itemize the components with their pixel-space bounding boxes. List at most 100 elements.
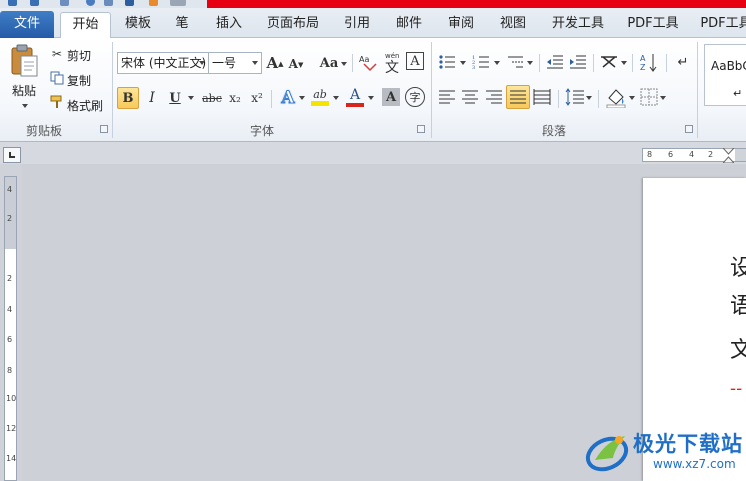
borders-dropdown-icon[interactable] [660, 96, 666, 100]
chinese-layout-icon[interactable] [599, 53, 619, 71]
style-gallery-item[interactable]: AaBbC ↵ 正 [704, 44, 746, 106]
ruler-number: 8 [7, 366, 13, 375]
bold-button[interactable]: B [117, 87, 139, 109]
underline-dropdown-icon[interactable] [188, 96, 194, 100]
quick-access-icon[interactable] [125, 0, 134, 6]
font-family-select[interactable]: 宋体 (中文正文) [117, 52, 209, 74]
document-text[interactable]: 设 [730, 250, 746, 282]
paste-dropdown-icon[interactable] [22, 104, 28, 108]
multilevel-list-icon[interactable] [506, 54, 524, 70]
undo-icon[interactable] [30, 0, 39, 6]
line-spacing-icon[interactable] [565, 87, 585, 107]
ruler-number: 2 [7, 214, 13, 223]
ruler-number: 6 [668, 150, 674, 159]
borders-icon[interactable] [640, 88, 658, 106]
decrease-indent-icon[interactable] [546, 54, 564, 70]
document-text[interactable]: -- [730, 378, 742, 399]
tab-pdf-tools-2[interactable]: PDF工具 [696, 12, 746, 38]
tab-review[interactable]: 审阅 [441, 12, 481, 38]
tab-pdf-tools[interactable]: PDF工具 [623, 12, 683, 38]
tab-view[interactable]: 视图 [494, 12, 532, 38]
ruler-number: 4 [7, 305, 13, 314]
group-divider [431, 42, 432, 138]
numbering-icon[interactable]: 123 [472, 54, 490, 70]
ribbon-tabs: 文件 开始 模板 笔 插入 页面布局 引用 邮件 审阅 视图 开发工具 PDF工… [0, 8, 746, 39]
ribbon: 粘贴 ✂ 剪切 复制 格式刷 剪贴板 宋体 (中文正文) 一号 A ▲ A ▼ Aa… [0, 38, 746, 142]
distributed-icon[interactable] [533, 88, 551, 106]
bullets-dropdown-icon[interactable] [460, 61, 466, 65]
paragraph-launcher-icon[interactable] [685, 125, 693, 133]
style-name: ↵ 正 [733, 87, 746, 100]
numbering-dropdown-icon[interactable] [494, 61, 500, 65]
redo-icon[interactable] [60, 0, 69, 6]
tab-page-layout[interactable]: 页面布局 [262, 12, 324, 38]
subscript-button[interactable]: x₂ [226, 88, 244, 108]
multilevel-dropdown-icon[interactable] [527, 61, 533, 65]
increase-indent-icon[interactable] [569, 54, 587, 70]
quick-access-icon[interactable] [104, 0, 113, 6]
shading-dropdown-icon[interactable] [629, 96, 635, 100]
tab-file[interactable]: 文件 [0, 11, 54, 39]
italic-button[interactable]: I [144, 88, 160, 108]
strikethrough-button[interactable]: abc [201, 88, 223, 108]
group-divider [697, 42, 698, 138]
justify-icon[interactable] [506, 85, 530, 109]
grow-font-icon[interactable]: A ▲ [266, 53, 284, 73]
highlight-icon[interactable]: ab [310, 86, 330, 108]
paste-button[interactable]: 粘贴 [12, 82, 36, 99]
align-center-icon[interactable] [461, 88, 479, 106]
tab-template[interactable]: 模板 [118, 12, 158, 38]
font-color-icon[interactable]: A [345, 86, 365, 108]
paste-icon[interactable] [10, 44, 40, 78]
ruler-number: 8 [647, 150, 653, 159]
tab-pen[interactable]: 笔 [168, 12, 196, 38]
copy-button[interactable]: 复制 [67, 72, 91, 89]
horizontal-ruler[interactable]: 8 6 4 2 [642, 147, 746, 164]
character-shading-icon[interactable]: A [382, 88, 400, 106]
tab-developer[interactable]: 开发工具 [545, 12, 611, 38]
line-spacing-dropdown-icon[interactable] [586, 96, 592, 100]
save-icon[interactable] [8, 0, 17, 6]
underline-button[interactable]: U [167, 88, 183, 108]
align-right-icon[interactable] [485, 88, 503, 106]
superscript-button[interactable]: x² [248, 88, 266, 108]
document-text[interactable]: 文 [730, 332, 746, 364]
sort-icon[interactable]: AZ [639, 52, 659, 72]
cut-button[interactable]: 剪切 [67, 47, 91, 64]
shrink-font-icon[interactable]: A ▼ [288, 55, 304, 73]
character-border-icon[interactable]: A [406, 52, 424, 70]
vertical-ruler[interactable]: 4 2 2 4 6 8 10 12 14 [4, 176, 17, 481]
quick-access-icon[interactable] [170, 0, 186, 6]
font-launcher-icon[interactable] [417, 125, 425, 133]
tab-mailings[interactable]: 邮件 [390, 12, 428, 38]
highlight-dropdown-icon[interactable] [333, 96, 339, 100]
tab-selector[interactable] [3, 147, 21, 163]
document-text[interactable]: 语 [730, 288, 746, 320]
indent-marker-icon[interactable] [721, 147, 736, 164]
chinese-layout-dropdown-icon[interactable] [621, 61, 627, 65]
change-case-dropdown-icon[interactable] [341, 62, 347, 66]
tab-insert[interactable]: 插入 [209, 12, 249, 38]
text-effect-icon[interactable]: A [279, 87, 297, 109]
show-marks-icon[interactable]: ↵ [676, 52, 690, 72]
tab-home[interactable]: 开始 [60, 12, 111, 39]
align-left-icon[interactable] [438, 88, 456, 106]
bullets-icon[interactable] [438, 54, 456, 70]
shading-icon[interactable] [605, 86, 627, 108]
clear-format-icon[interactable]: Aa [358, 52, 378, 72]
clipboard-launcher-icon[interactable] [100, 125, 108, 133]
font-color-dropdown-icon[interactable] [368, 96, 374, 100]
svg-text:3: 3 [472, 65, 475, 70]
print-icon[interactable] [86, 0, 95, 6]
text-effect-dropdown-icon[interactable] [299, 96, 305, 100]
ruler-number: 14 [6, 454, 17, 463]
change-case-icon[interactable]: Aa [318, 53, 340, 73]
tab-references[interactable]: 引用 [338, 12, 376, 38]
ruler-number: 4 [689, 150, 695, 159]
enclose-characters-icon[interactable]: 字 [405, 87, 425, 107]
pinyin-guide-icon[interactable]: wén 文 [383, 50, 403, 74]
font-size-dropdown-icon[interactable] [252, 61, 258, 65]
format-painter-button[interactable]: 格式刷 [67, 97, 103, 114]
quick-access-icon[interactable] [149, 0, 158, 6]
font-family-dropdown-icon[interactable] [199, 61, 205, 65]
